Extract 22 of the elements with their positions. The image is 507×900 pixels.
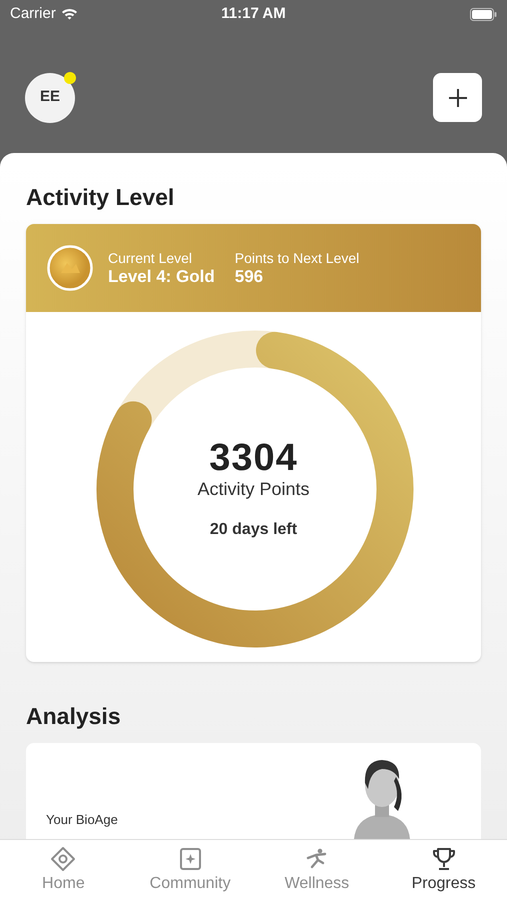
points-label: Points to Next Level: [234, 249, 360, 267]
diamond-icon: [50, 846, 76, 872]
tab[interactable]: Wellness: [254, 840, 380, 900]
clock: 11:17 AM: [221, 4, 286, 24]
current-level-value: Level 4: Gold: [108, 267, 215, 287]
trophy-icon: [430, 846, 457, 872]
tab[interactable]: Home: [0, 840, 127, 900]
plus-icon: [448, 88, 468, 108]
tab[interactable]: Progress: [380, 840, 507, 900]
points-value: 596: [234, 267, 264, 287]
current-level-label: Current Level: [108, 249, 194, 267]
medal-icon: [47, 245, 93, 291]
avatar[interactable]: EE: [25, 72, 75, 122]
wifi-icon: [60, 8, 78, 20]
carrier-label: Carrier: [10, 4, 56, 24]
section-title: Activity Level: [26, 186, 176, 209]
bioage-label: Your BioAge: [46, 810, 118, 829]
add-button[interactable]: [433, 73, 482, 122]
tab[interactable]: Community: [126, 840, 254, 900]
sparkle-frame-icon: [177, 846, 204, 872]
section-title: Analysis: [26, 705, 122, 728]
battery-icon: [470, 8, 497, 20]
